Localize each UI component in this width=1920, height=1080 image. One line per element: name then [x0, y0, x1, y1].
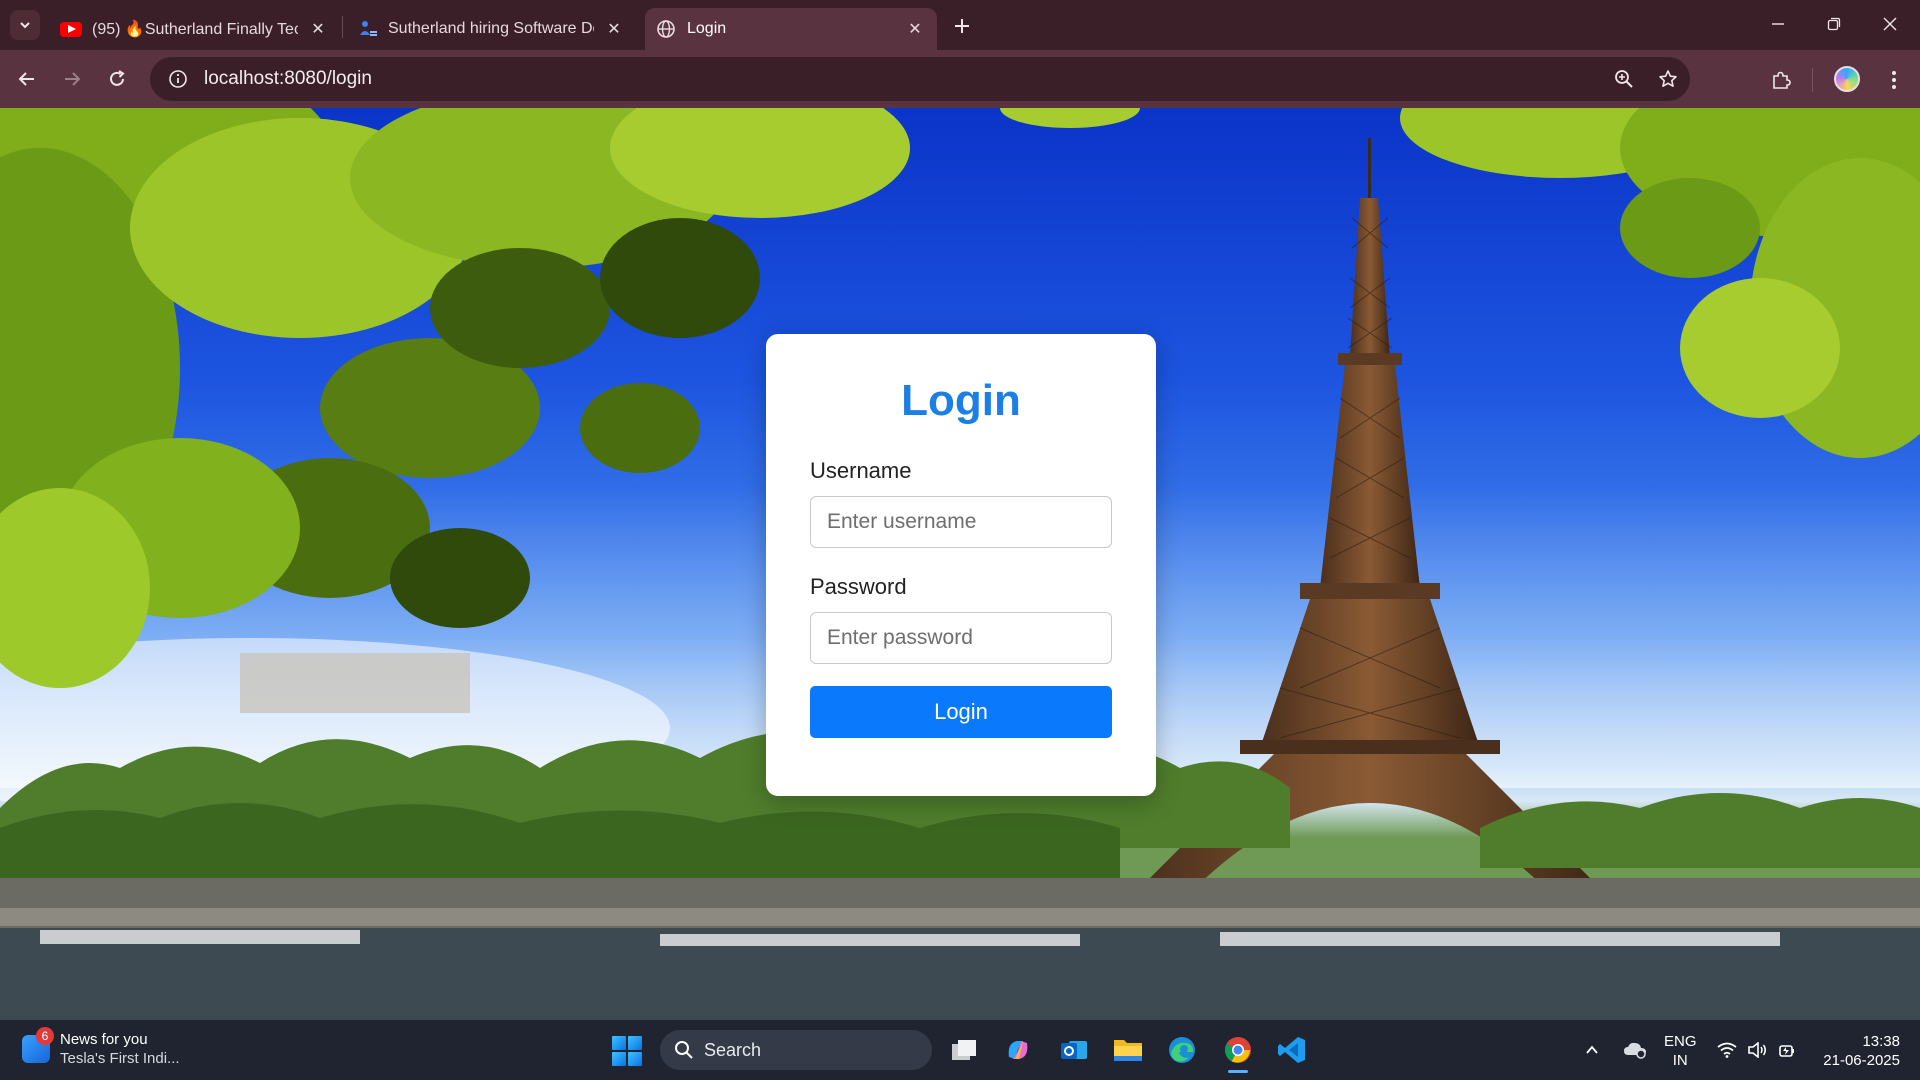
- file-explorer-button[interactable]: [1110, 1032, 1146, 1068]
- tab-divider: [342, 16, 343, 38]
- language-code: ENG: [1664, 1033, 1697, 1050]
- search-label: Search: [704, 1039, 762, 1060]
- browser-tab-strip: (95) 🔥Sutherland Finally Tech I ✕ Suther…: [0, 0, 1920, 50]
- battery-button[interactable]: [1774, 1020, 1800, 1080]
- login-button[interactable]: Login: [810, 686, 1112, 738]
- new-tab-button[interactable]: [948, 12, 976, 40]
- puzzle-icon: [1773, 71, 1791, 89]
- copilot-button[interactable]: [1000, 1032, 1036, 1068]
- forward-button[interactable]: [57, 64, 87, 94]
- windows-taskbar: 6 News for you Tesla's First Indi... Sea…: [0, 1020, 1920, 1080]
- minimize-button[interactable]: [1758, 8, 1798, 40]
- tab-search-button[interactable]: [10, 10, 40, 40]
- copilot-icon: [1008, 1041, 1028, 1059]
- start-button[interactable]: [612, 1036, 642, 1066]
- taskbar-search[interactable]: Search: [660, 1030, 932, 1070]
- tab-title: (95) 🔥Sutherland Finally Tech I: [92, 21, 298, 38]
- browser-toolbar: localhost:8080/login: [0, 50, 1920, 108]
- login-card: Login Username Password Login: [766, 334, 1156, 796]
- tab-login[interactable]: Login ✕: [645, 8, 937, 50]
- outlook-icon: [1061, 1041, 1087, 1059]
- username-input[interactable]: [810, 496, 1112, 548]
- star-icon: [1659, 70, 1677, 87]
- more-vertical-icon: [1892, 71, 1896, 89]
- bookmark-button[interactable]: [1646, 57, 1690, 101]
- clock-date: 21-06-2025: [1823, 1052, 1900, 1069]
- clock[interactable]: 13:38 21-06-2025: [1810, 1032, 1900, 1070]
- onedrive-button[interactable]: [1620, 1020, 1650, 1080]
- tab-youtube[interactable]: (95) 🔥Sutherland Finally Tech I ✕: [48, 8, 340, 50]
- outlook-button[interactable]: [1056, 1032, 1092, 1068]
- wifi-icon: [1717, 1042, 1737, 1058]
- page-viewport: Login Username Password Login: [0, 108, 1920, 1020]
- password-label: Password: [810, 574, 907, 599]
- password-input[interactable]: [810, 612, 1112, 664]
- address-bar[interactable]: localhost:8080/login: [150, 57, 1690, 101]
- news-icon: 6: [22, 1027, 54, 1063]
- chrome-icon: [1224, 1037, 1251, 1063]
- news-headline: Tesla's First Indi...: [60, 1050, 180, 1067]
- search-icon: [675, 1041, 693, 1059]
- edge-button[interactable]: [1164, 1032, 1200, 1068]
- close-icon: [1883, 17, 1897, 31]
- windows-logo-icon: [612, 1036, 626, 1050]
- reload-button[interactable]: [102, 64, 132, 94]
- close-window-button[interactable]: [1870, 8, 1910, 40]
- language-indicator[interactable]: ENG IN: [1664, 1032, 1697, 1070]
- job-site-icon: [360, 21, 377, 36]
- clock-time: 13:38: [1862, 1033, 1900, 1050]
- folder-icon: [1114, 1040, 1142, 1061]
- tab-title: Login: [687, 20, 727, 37]
- battery-charging-icon: [1779, 1045, 1794, 1057]
- tab-job-posting[interactable]: Sutherland hiring Software Dev ✕: [346, 8, 636, 50]
- arrow-left-icon: [18, 72, 34, 86]
- address-text[interactable]: localhost:8080/login: [204, 68, 1602, 90]
- cloud-sync-icon: [1624, 1042, 1646, 1059]
- network-button[interactable]: [1714, 1020, 1740, 1080]
- news-title: News for you: [60, 1031, 148, 1048]
- task-view-button[interactable]: [946, 1032, 982, 1068]
- browser-menu-button[interactable]: [1878, 64, 1910, 96]
- task-view-icon: [952, 1040, 976, 1060]
- region-code: IN: [1672, 1052, 1688, 1069]
- chevron-down-icon: [20, 22, 30, 29]
- tab-close-icon[interactable]: ✕: [905, 19, 925, 39]
- tab-close-icon[interactable]: ✕: [308, 19, 328, 39]
- news-badge: 6: [36, 1027, 54, 1045]
- back-button[interactable]: [12, 64, 42, 94]
- vscode-icon: [1278, 1037, 1305, 1063]
- plus-icon: [955, 19, 969, 33]
- globe-icon: [657, 20, 675, 38]
- reload-icon: [110, 70, 125, 86]
- site-info-button[interactable]: [156, 57, 200, 101]
- toolbar-divider: [1812, 68, 1813, 92]
- restore-icon: [1827, 17, 1841, 31]
- edge-icon: [1169, 1037, 1195, 1063]
- login-heading: Login: [901, 376, 1021, 425]
- tab-close-icon[interactable]: ✕: [604, 19, 624, 39]
- minimize-icon: [1772, 23, 1784, 25]
- zoom-in-icon: [1615, 70, 1633, 88]
- zoom-button[interactable]: [1602, 57, 1646, 101]
- chevron-up-icon: [1586, 1045, 1598, 1054]
- show-hidden-icons-button[interactable]: [1580, 1020, 1604, 1080]
- tab-title: Sutherland hiring Software Dev: [388, 20, 594, 37]
- username-label: Username: [810, 458, 912, 483]
- profile-avatar[interactable]: [1834, 66, 1860, 92]
- news-widget[interactable]: 6 News for you Tesla's First Indi...: [22, 1027, 180, 1068]
- restore-button[interactable]: [1814, 8, 1854, 40]
- extensions-button[interactable]: [1765, 64, 1797, 96]
- youtube-icon: [60, 21, 82, 37]
- vscode-button[interactable]: [1274, 1032, 1310, 1068]
- arrow-right-icon: [65, 72, 81, 86]
- volume-button[interactable]: [1744, 1020, 1770, 1080]
- info-icon: [169, 70, 187, 88]
- speaker-icon: [1748, 1042, 1766, 1058]
- chrome-button[interactable]: [1220, 1032, 1256, 1073]
